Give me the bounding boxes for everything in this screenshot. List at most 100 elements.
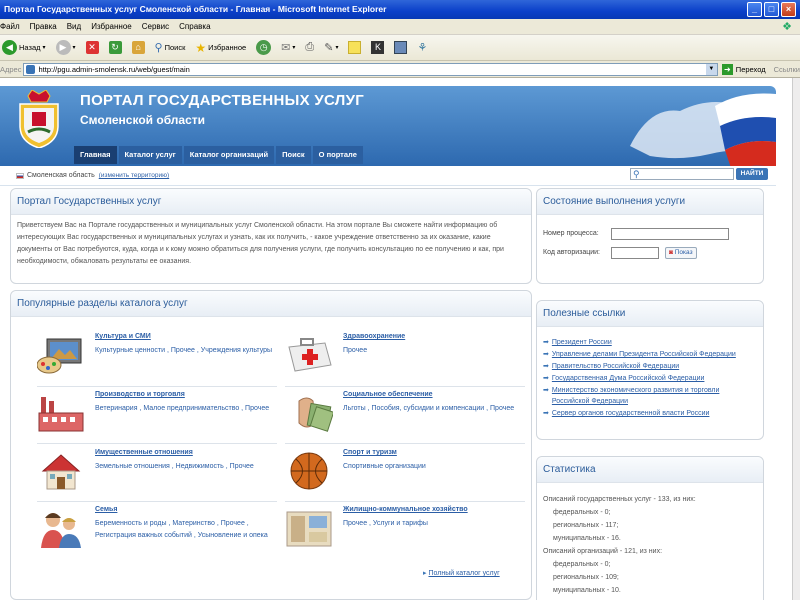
- notes-button[interactable]: [346, 38, 363, 58]
- site-search-button[interactable]: НАЙТИ: [736, 168, 768, 180]
- links-label[interactable]: Ссылки: [774, 65, 800, 74]
- show-button[interactable]: ◙ Показ: [665, 246, 697, 259]
- menu-view[interactable]: Вид: [67, 22, 81, 31]
- search-button[interactable]: ⚲ Поиск: [153, 38, 188, 58]
- menu-file[interactable]: Файл: [0, 22, 20, 31]
- divider: [37, 386, 277, 387]
- catalog-item-title[interactable]: Здравоохранение: [343, 333, 405, 340]
- catalog-item-title[interactable]: Спорт и туризм: [343, 449, 397, 456]
- catalog-item: Жилищно-коммунальное хозяйство Прочее , …: [285, 506, 521, 558]
- menu-favorites[interactable]: Избранное: [91, 22, 132, 31]
- region-name: Смоленская область: [27, 172, 95, 179]
- vertical-scrollbar[interactable]: [792, 78, 800, 600]
- mail-button[interactable]: ✉ ▾: [279, 38, 297, 58]
- catalog-item-links[interactable]: Прочее , Услуги и тарифы: [343, 518, 521, 530]
- go-button[interactable]: Переход: [736, 65, 766, 74]
- network-button[interactable]: ⚘: [415, 38, 429, 58]
- history-button[interactable]: ◷: [254, 38, 273, 58]
- window-title: Портал Государственных услуг Смоленской …: [4, 4, 387, 14]
- maximize-button[interactable]: □: [764, 2, 779, 17]
- close-button[interactable]: ×: [781, 2, 796, 17]
- catalog-item-title[interactable]: Культура и СМИ: [95, 333, 151, 340]
- menu-tools[interactable]: Сервис: [142, 22, 169, 31]
- menu-edit[interactable]: Правка: [30, 22, 57, 31]
- catalog-item-links[interactable]: Спортивные организации: [343, 461, 521, 473]
- catalog-item-links[interactable]: Культурные ценности , Прочее , Учреждени…: [95, 345, 273, 357]
- stats-title: Статистика: [537, 457, 763, 483]
- catalog-item: Здравоохранение Прочее: [285, 333, 521, 385]
- divider: [285, 501, 525, 502]
- catalog-item: Производство и торговля Ветеринария , Ма…: [37, 391, 273, 443]
- catalog-panel: Популярные разделы каталога услуг Культу…: [10, 290, 532, 600]
- site-search-input[interactable]: ⚲: [630, 168, 734, 180]
- divider: [37, 443, 277, 444]
- catalog-item-links[interactable]: Льготы , Пособия, субсидии и компенсации…: [343, 403, 521, 415]
- change-region-link[interactable]: (изменить территорию): [99, 172, 169, 179]
- star-icon: ★: [195, 40, 207, 55]
- catalog-item-links[interactable]: Прочее: [343, 345, 521, 357]
- catalog-item-title[interactable]: Социальное обеспечение: [343, 391, 433, 398]
- catalog-item: Семья Беременность и роды , Материнство …: [37, 506, 273, 558]
- back-arrow-icon: ◀: [2, 40, 17, 55]
- nav-services-catalog[interactable]: Каталог услуг: [118, 146, 182, 164]
- forward-arrow-icon: ▶: [55, 40, 71, 55]
- arrow-right-icon: ➡: [543, 387, 549, 394]
- nav-home[interactable]: Главная: [74, 146, 117, 164]
- catalog-item-links[interactable]: Ветеринария , Малое предпринимательство …: [95, 403, 273, 415]
- home-button[interactable]: ⌂: [130, 38, 147, 58]
- address-field[interactable]: http://pgu.admin-smolensk.ru/web/guest/m…: [23, 62, 718, 76]
- history-icon: ◷: [256, 40, 272, 55]
- divider: [285, 386, 525, 387]
- messenger-button[interactable]: K: [369, 38, 386, 58]
- intro-title: Портал Государственных услуг: [11, 189, 531, 215]
- catalog-item-title[interactable]: Жилищно-коммунальное хозяйство: [343, 506, 468, 513]
- divider: [285, 443, 525, 444]
- nav-organizations-catalog[interactable]: Каталог организаций: [183, 146, 275, 164]
- useful-link[interactable]: ➡ Правительство Российской Федерации: [543, 361, 757, 372]
- menu-help[interactable]: Справка: [179, 22, 210, 31]
- edit-button[interactable]: ✎ ▾: [322, 38, 340, 58]
- coat-of-arms-icon: [19, 90, 59, 148]
- catalog-item: Имущественные отношения Земельные отноше…: [37, 449, 273, 501]
- forward-button[interactable]: ▶ ▾: [54, 38, 78, 58]
- useful-link[interactable]: ➡ Сервер органов государственной власти Р…: [543, 408, 757, 419]
- stop-icon: ✕: [85, 41, 99, 54]
- arrow-right-icon: ➡: [543, 351, 549, 358]
- triangle-right-icon: ▸: [423, 570, 427, 577]
- k-icon: K: [371, 41, 385, 54]
- stop-button[interactable]: ✕: [84, 38, 101, 58]
- print-button[interactable]: ⎙: [303, 38, 316, 58]
- main-nav: Главная Каталог услуг Каталог организаци…: [0, 146, 776, 166]
- process-number-input[interactable]: [611, 227, 729, 240]
- go-arrow-icon[interactable]: ➜: [721, 63, 733, 75]
- url-text: http://pgu.admin-smolensk.ru/web/guest/m…: [38, 64, 190, 74]
- toolbar: ◀ Назад ▾ ▶ ▾ ✕ ↻ ⌂ ⚲ Поиск ★ Избранное ◷ …: [0, 35, 800, 61]
- show-icon: ◙: [669, 248, 673, 256]
- back-button[interactable]: ◀ Назад ▾: [0, 38, 48, 58]
- useful-link[interactable]: ➡ Государственная Дума Российской Федерац…: [543, 373, 757, 384]
- catalog-item-links[interactable]: Земельные отношения , Недвижимость , Про…: [95, 461, 273, 473]
- nav-search[interactable]: Поиск: [276, 146, 311, 164]
- catalog-item-title[interactable]: Семья: [95, 506, 117, 513]
- refresh-button[interactable]: ↻: [107, 38, 124, 58]
- catalog-item-title[interactable]: Имущественные отношения: [95, 449, 193, 456]
- dropdown-arrow-icon[interactable]: ▼: [705, 63, 717, 75]
- catalog-item-title[interactable]: Производство и торговля: [95, 391, 185, 398]
- mail-icon: ✉: [281, 42, 291, 54]
- page-content: ПОРТАЛ ГОСУДАРСТВЕННЫХ УСЛУГ Смоленской …: [0, 78, 792, 600]
- catalog-item-links[interactable]: Беременность и роды , Материнство , Проч…: [95, 518, 273, 542]
- catalog-item: Социальное обеспечение Льготы , Пособия,…: [285, 391, 521, 443]
- minimize-button[interactable]: _: [747, 2, 762, 17]
- favorites-button[interactable]: ★ Избранное: [193, 38, 248, 58]
- auth-code-label: Код авторизации:: [543, 249, 601, 256]
- useful-link[interactable]: ➡ Президент России: [543, 337, 757, 348]
- full-catalog-link[interactable]: ▸ Полный каталог услуг: [423, 569, 500, 577]
- nav-about[interactable]: О портале: [312, 146, 363, 164]
- research-button[interactable]: [392, 38, 409, 58]
- status-title: Состояние выполнения услуги: [537, 189, 763, 215]
- auth-code-input[interactable]: [611, 246, 659, 259]
- useful-link[interactable]: ➡ Министерство экономического развития и …: [543, 385, 757, 407]
- magnifier-icon: ⚲: [633, 168, 640, 179]
- site-subtitle: Смоленской области: [80, 113, 206, 127]
- useful-link[interactable]: ➡ Управление делами Президента Российской…: [543, 349, 757, 360]
